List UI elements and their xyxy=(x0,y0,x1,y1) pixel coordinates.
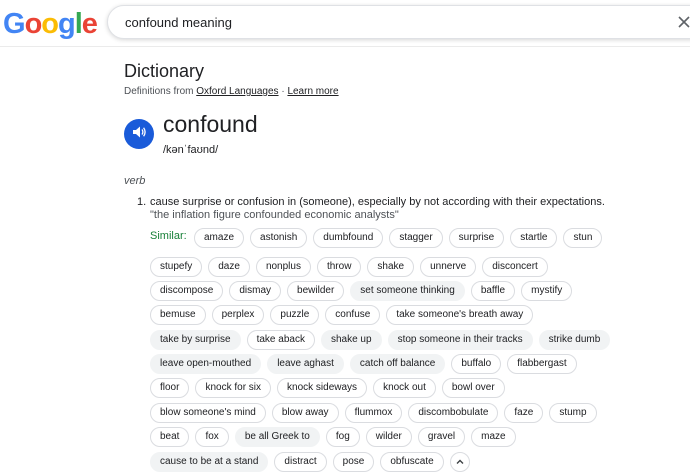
logo-letter: l xyxy=(74,8,83,40)
similar-chip[interactable]: disconcert xyxy=(482,257,548,277)
logo-letter: g xyxy=(58,8,76,40)
similar-chip[interactable]: beat xyxy=(150,427,190,447)
chevron-up-icon xyxy=(456,459,464,464)
similar-row: beat fox be all Greek to fog wilder gravel maz… xyxy=(150,427,516,447)
similar-chip[interactable]: cause to be at a stand xyxy=(150,452,269,472)
similar-chip[interactable]: faze xyxy=(504,403,544,423)
similar-chip[interactable]: shake up xyxy=(320,330,382,350)
similar-chip[interactable]: gravel xyxy=(417,427,466,447)
similar-chip[interactable]: puzzle xyxy=(270,305,320,325)
similar-chip[interactable]: leave open-mouthed xyxy=(150,354,262,374)
logo-letter: o xyxy=(24,8,43,40)
similar-chip[interactable]: fog xyxy=(325,427,360,447)
similar-chip[interactable]: blow away xyxy=(271,403,339,423)
similar-chip[interactable]: discompose xyxy=(150,281,224,301)
similar-chip[interactable]: dismay xyxy=(229,281,282,301)
source-separator: · xyxy=(281,86,285,97)
similar-chip[interactable]: amaze xyxy=(194,228,245,248)
source-prefix: Definitions from xyxy=(124,86,194,97)
phonetic-spelling: /kənˈfaʊnd/ xyxy=(163,144,219,156)
similar-chip[interactable]: discombobulate xyxy=(408,403,499,423)
definition-number: 1. xyxy=(137,196,147,208)
dictionary-title: Dictionary xyxy=(124,61,205,81)
similar-chip[interactable]: wilder xyxy=(365,427,412,447)
similar-chip[interactable]: stupefy xyxy=(150,257,203,277)
similar-chip[interactable]: confuse xyxy=(325,305,381,325)
part-of-speech: verb xyxy=(124,175,146,187)
similar-chip[interactable]: take aback xyxy=(246,330,315,350)
similar-chip[interactable]: dumbfound xyxy=(313,228,384,248)
dictionary-source: Definitions from Oxford Languages · Lear… xyxy=(124,86,339,97)
speaker-icon xyxy=(131,124,147,145)
logo-letter: G xyxy=(3,8,26,40)
similar-chip[interactable]: set someone thinking xyxy=(350,281,465,301)
similar-chip[interactable]: take someone's breath away xyxy=(386,305,534,325)
similar-chip[interactable]: surprise xyxy=(448,228,505,248)
similar-row: discompose dismay bewilder set someone thin… xyxy=(150,281,573,301)
similar-chip[interactable]: perplex xyxy=(211,305,265,325)
logo-letter: e xyxy=(81,8,98,40)
similar-chip[interactable]: shake xyxy=(367,257,415,277)
similar-chip[interactable]: knock sideways xyxy=(277,378,368,398)
similar-row: bemuse perplex puzzle confuse take someone's… xyxy=(150,305,534,325)
definition-text: cause surprise or confusion in (someone)… xyxy=(150,196,605,208)
similar-chip[interactable]: knock for six xyxy=(195,378,272,398)
similar-chip[interactable]: nonplus xyxy=(255,257,311,277)
similar-label: Similar: xyxy=(150,230,187,242)
similar-chip[interactable]: buffalo xyxy=(451,354,502,374)
close-icon[interactable] xyxy=(675,13,690,31)
search-box[interactable] xyxy=(107,5,690,39)
collapse-similar-button[interactable] xyxy=(449,452,470,472)
similar-row: floor knock for six knock sideways knock ou… xyxy=(150,378,505,398)
similar-chip[interactable]: stop someone in their tracks xyxy=(387,330,533,350)
similar-chip[interactable]: strike dumb xyxy=(538,330,611,350)
similar-chip[interactable]: maze xyxy=(471,427,516,447)
similar-chip[interactable]: flabbergast xyxy=(507,354,577,374)
headword: confound xyxy=(163,111,258,137)
search-input[interactable] xyxy=(125,12,645,32)
similar-chip[interactable]: floor xyxy=(150,378,190,398)
similar-chip[interactable]: be all Greek to xyxy=(234,427,320,447)
similar-chip[interactable]: mystify xyxy=(521,281,573,301)
similar-chip[interactable]: fox xyxy=(195,427,229,447)
similar-chip[interactable]: daze xyxy=(208,257,250,277)
similar-chip[interactable]: distract xyxy=(274,452,327,472)
similar-chip[interactable]: bewilder xyxy=(287,281,345,301)
similar-chip[interactable]: leave aghast xyxy=(267,354,344,374)
pronunciation-button[interactable] xyxy=(124,119,154,149)
similar-chip[interactable]: unnerve xyxy=(420,257,477,277)
google-logo[interactable]: Google xyxy=(3,8,98,40)
similar-chip[interactable]: throw xyxy=(316,257,362,277)
similar-chip[interactable]: obfuscate xyxy=(380,452,444,472)
example-sentence: "the inflation figure confounded economi… xyxy=(150,209,399,221)
similar-chip[interactable]: startle xyxy=(510,228,558,248)
similar-row: blow someone's mind blow away flummox disco… xyxy=(150,403,597,423)
similar-row: leave open-mouthed leave aghast catch off … xyxy=(150,354,577,374)
similar-row: cause to be at a stand distract pose obfusc… xyxy=(150,452,470,472)
similar-chip[interactable]: bowl over xyxy=(441,378,505,398)
similar-chip[interactable]: pose xyxy=(332,452,375,472)
similar-chip[interactable]: blow someone's mind xyxy=(150,403,266,423)
similar-row: stupefy daze nonplus throw shake unnerve disco… xyxy=(150,257,548,277)
similar-chip[interactable]: catch off balance xyxy=(349,354,446,374)
similar-chip[interactable]: stump xyxy=(549,403,597,423)
similar-row: take by surprise take aback shake up stop s… xyxy=(150,330,611,350)
learn-more-link[interactable]: Learn more xyxy=(287,86,338,97)
similar-chip[interactable]: flummox xyxy=(344,403,403,423)
oxford-languages-link[interactable]: Oxford Languages xyxy=(196,86,278,97)
similar-chip[interactable]: bemuse xyxy=(150,305,206,325)
similar-chip[interactable]: knock out xyxy=(373,378,436,398)
similar-chip[interactable]: baffle xyxy=(470,281,516,301)
similar-chip[interactable]: stun xyxy=(563,228,603,248)
similar-chip[interactable]: astonish xyxy=(250,228,308,248)
similar-chip[interactable]: take by surprise xyxy=(150,330,241,350)
similar-chip[interactable]: stagger xyxy=(389,228,443,248)
header-divider xyxy=(0,46,690,47)
logo-letter: o xyxy=(41,8,59,40)
similar-row: amaze astonish dumbfound stagger surprise sta… xyxy=(194,228,603,248)
